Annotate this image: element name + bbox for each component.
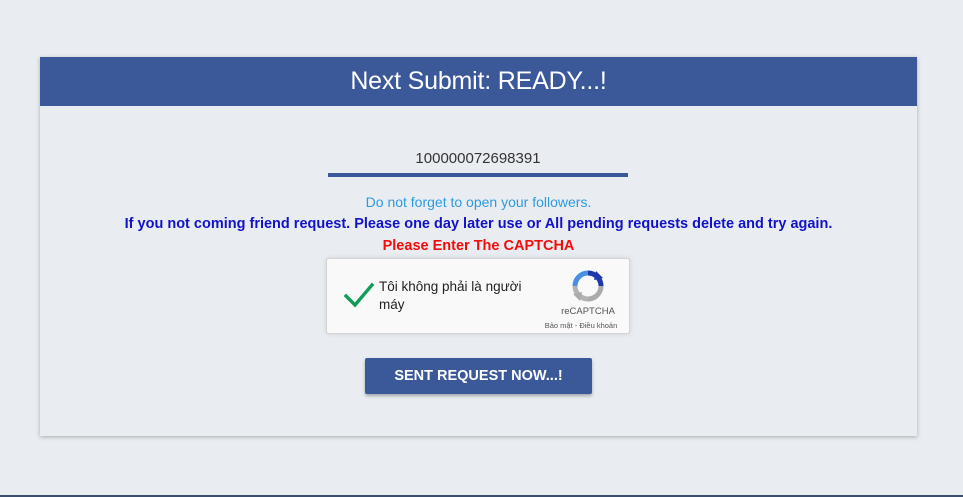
submit-panel: Next Submit: READY...! Do not forget to …	[40, 57, 917, 436]
followers-message: Do not forget to open your followers.	[365, 194, 592, 210]
send-request-button[interactable]: SENT REQUEST NOW...!	[365, 358, 592, 394]
panel-header: Next Submit: READY...!	[40, 57, 917, 106]
checkmark-icon[interactable]	[343, 279, 375, 311]
friend-request-notice: If you not coming friend request. Please…	[124, 216, 833, 232]
uid-input[interactable]	[328, 143, 628, 177]
recaptcha-brand: reCAPTCHA	[561, 306, 615, 317]
panel-title: Next Submit: READY...!	[350, 67, 607, 95]
recaptcha-logo-icon	[572, 270, 604, 302]
page: Next Submit: READY...! Do not forget to …	[0, 0, 963, 497]
recaptcha-widget: Tôi không phải là người máy reCAPTCHA Bả…	[326, 258, 630, 334]
recaptcha-label: Tôi không phải là người máy	[379, 279, 522, 312]
recaptcha-terms-link[interactable]: Bảo mật - Điều khoản	[533, 321, 629, 330]
captcha-prompt: Please Enter The CAPTCHA	[382, 238, 575, 254]
